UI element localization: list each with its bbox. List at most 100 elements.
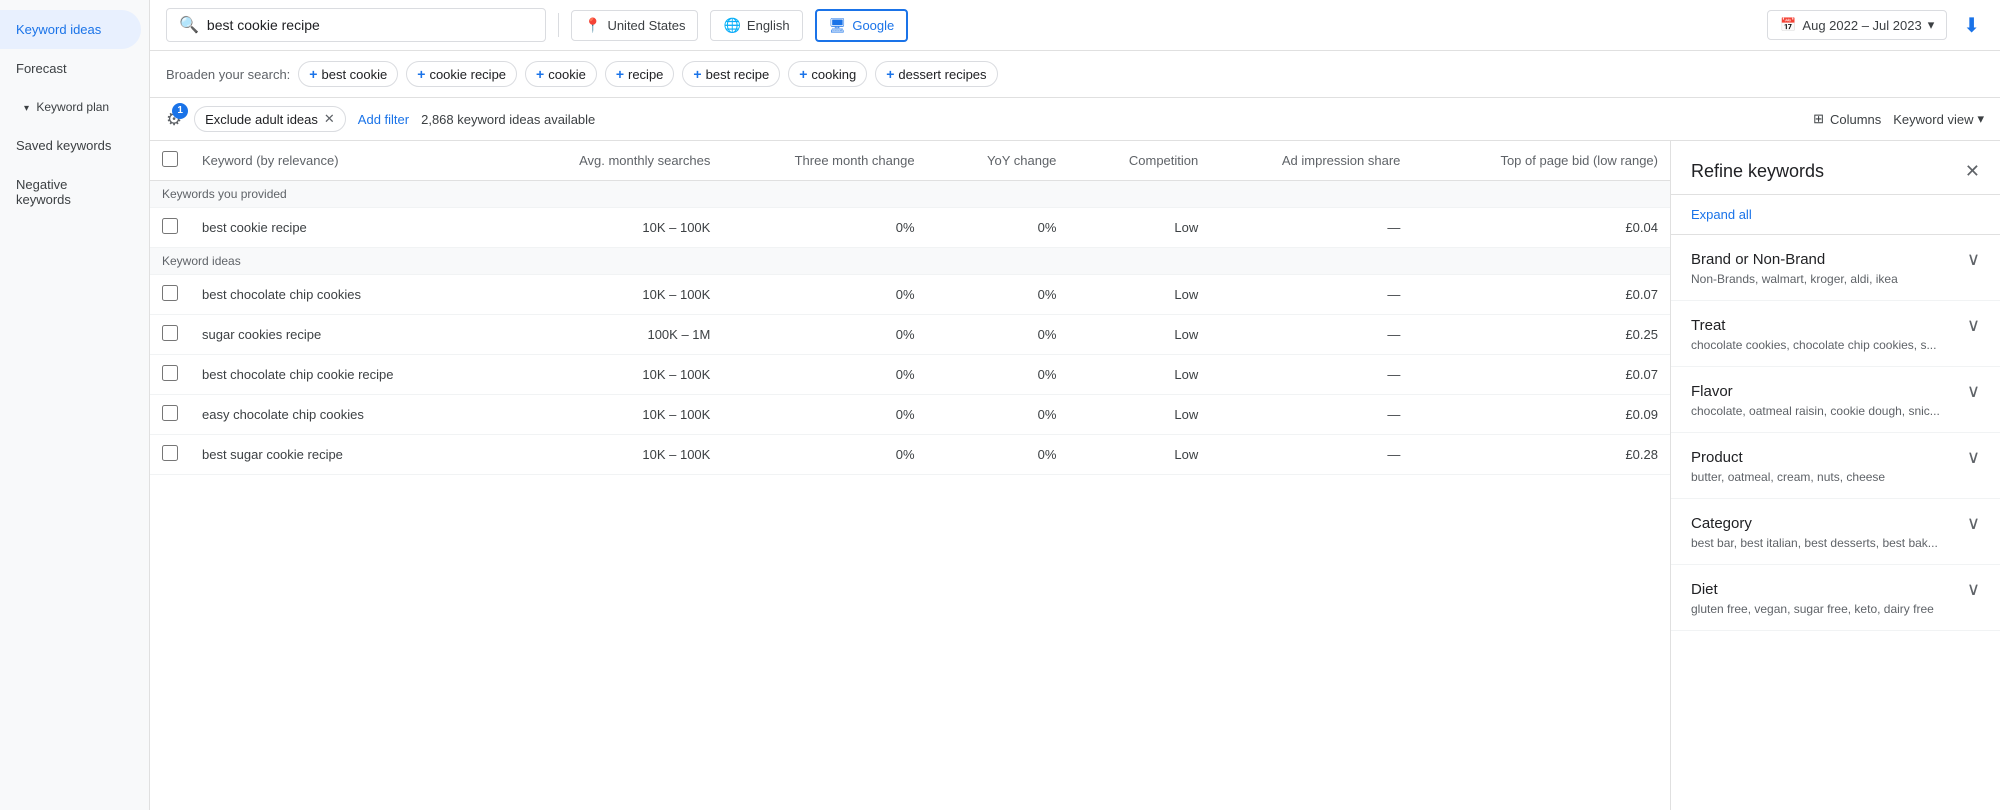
plus-icon: + (309, 66, 317, 82)
sidebar-item-keyword-ideas[interactable]: Keyword ideas (0, 10, 141, 49)
sidebar-item-forecast[interactable]: Forecast (0, 49, 141, 88)
exclude-chip[interactable]: Exclude adult ideas ✕ (194, 106, 346, 132)
keyword-cell: best cookie recipe (190, 208, 502, 248)
avg-searches-cell: 10K – 100K (502, 208, 722, 248)
refine-item-header: Flavor ∨ (1691, 381, 1980, 402)
broaden-search-bar: Broaden your search: + best cookie + coo… (150, 51, 2000, 98)
refine-item-title: Product (1691, 449, 1743, 466)
panel-header: Refine keywords ✕ (1671, 141, 2000, 195)
row-checkbox[interactable] (162, 285, 178, 301)
refine-item-0[interactable]: Brand or Non-Brand ∨ Non-Brands, walmart… (1671, 235, 2000, 301)
row-checkbox-cell[interactable] (150, 315, 190, 355)
row-checkbox-cell[interactable] (150, 355, 190, 395)
sidebar-item-saved-keywords[interactable]: Saved keywords (0, 126, 141, 165)
row-checkbox[interactable] (162, 365, 178, 381)
top-bid-header[interactable]: Top of page bid (low range) (1412, 141, 1670, 181)
top-bid-cell: £0.07 (1412, 355, 1670, 395)
refine-item-header: Treat ∨ (1691, 315, 1980, 336)
top-bid-cell: £0.04 (1412, 208, 1670, 248)
language-chip[interactable]: 🌐 English (710, 10, 802, 41)
platform-chip[interactable]: 🖥 Google (815, 9, 909, 42)
chevron-down-icon: ▾ (1928, 17, 1935, 33)
refine-keywords-panel: Refine keywords ✕ Expand all Brand or No… (1670, 141, 2000, 810)
platform-icon: 🖥 (829, 17, 847, 34)
refine-item-2[interactable]: Flavor ∨ chocolate, oatmeal raisin, cook… (1671, 367, 2000, 433)
three-month-header[interactable]: Three month change (722, 141, 926, 181)
refine-item-title: Brand or Non-Brand (1691, 251, 1825, 268)
top-bid-cell: £0.28 (1412, 435, 1670, 475)
broaden-chip-2[interactable]: + cookie (525, 61, 597, 87)
plus-icon: + (799, 66, 807, 82)
refine-item-sub: chocolate cookies, chocolate chip cookie… (1691, 338, 1951, 352)
main-content: 🔍 📍 United States 🌐 English 🖥 Google 📅 A… (150, 0, 2000, 810)
columns-button[interactable]: ⊞ Columns (1813, 111, 1881, 127)
add-filter-button[interactable]: Add filter (358, 112, 409, 127)
date-range-picker[interactable]: 📅 Aug 2022 – Jul 2023 ▾ (1767, 10, 1947, 40)
refine-item-5[interactable]: Diet ∨ gluten free, vegan, sugar free, k… (1671, 565, 2000, 631)
panel-close-button[interactable]: ✕ (1965, 161, 1980, 182)
section-header-row: Keyword ideas (150, 248, 1670, 275)
ad-impression-cell: — (1210, 355, 1412, 395)
location-icon: 📍 (584, 17, 601, 34)
refine-items-list: Brand or Non-Brand ∨ Non-Brands, walmart… (1671, 235, 2000, 631)
plus-icon: + (417, 66, 425, 82)
location-chip[interactable]: 📍 United States (571, 10, 698, 41)
keyword-cell: best sugar cookie recipe (190, 435, 502, 475)
broaden-chip-6[interactable]: + dessert recipes (875, 61, 997, 87)
keyword-view-button[interactable]: Keyword view ▾ (1893, 111, 1984, 127)
chevron-down-icon: ∨ (1967, 249, 1980, 270)
refine-item-header: Diet ∨ (1691, 579, 1980, 600)
yoy-cell: 0% (927, 275, 1069, 315)
broaden-chip-4[interactable]: + best recipe (682, 61, 780, 87)
columns-icon: ⊞ (1813, 111, 1824, 127)
plus-icon: + (693, 66, 701, 82)
row-checkbox-cell[interactable] (150, 275, 190, 315)
three-month-cell: 0% (722, 355, 926, 395)
section-label: Keyword ideas (150, 248, 1670, 275)
select-all-header[interactable] (150, 141, 190, 181)
keyword-header[interactable]: Keyword (by relevance) (190, 141, 502, 181)
yoy-header[interactable]: YoY change (927, 141, 1069, 181)
select-all-checkbox[interactable] (162, 151, 178, 167)
filter-icon-wrap[interactable]: ⚙ 1 (166, 109, 182, 130)
avg-searches-cell: 10K – 100K (502, 395, 722, 435)
keyword-cell: best chocolate chip cookies (190, 275, 502, 315)
refine-item-3[interactable]: Product ∨ butter, oatmeal, cream, nuts, … (1671, 433, 2000, 499)
yoy-cell: 0% (927, 315, 1069, 355)
chevron-down-icon: ▾ (1977, 111, 1984, 127)
broaden-chip-5[interactable]: + cooking (788, 61, 867, 87)
refine-item-4[interactable]: Category ∨ best bar, best italian, best … (1671, 499, 2000, 565)
row-checkbox[interactable] (162, 325, 178, 341)
refine-item-sub: gluten free, vegan, sugar free, keto, da… (1691, 602, 1951, 616)
row-checkbox-cell[interactable] (150, 395, 190, 435)
broaden-chip-3[interactable]: + recipe (605, 61, 675, 87)
avg-searches-header[interactable]: Avg. monthly searches (502, 141, 722, 181)
refine-item-sub: butter, oatmeal, cream, nuts, cheese (1691, 470, 1951, 484)
row-checkbox-cell[interactable] (150, 435, 190, 475)
table-row: easy chocolate chip cookies 10K – 100K 0… (150, 395, 1670, 435)
sidebar-item-keyword-plan[interactable]: ▾ Keyword plan (0, 88, 141, 126)
close-icon[interactable]: ✕ (324, 111, 335, 127)
expand-all-button[interactable]: Expand all (1671, 195, 2000, 235)
language-icon: 🌐 (723, 17, 740, 34)
broaden-chip-1[interactable]: + cookie recipe (406, 61, 517, 87)
download-button[interactable]: ⬇ (1959, 9, 1984, 42)
competition-cell: Low (1068, 435, 1210, 475)
competition-header[interactable]: Competition (1068, 141, 1210, 181)
row-checkbox[interactable] (162, 218, 178, 234)
three-month-cell: 0% (722, 315, 926, 355)
competition-cell: Low (1068, 315, 1210, 355)
row-checkbox-cell[interactable] (150, 208, 190, 248)
sidebar-item-negative-keywords[interactable]: Negative keywords (0, 165, 141, 219)
broaden-chip-0[interactable]: + best cookie (298, 61, 398, 87)
calendar-icon: 📅 (1780, 17, 1796, 33)
refine-item-sub: chocolate, oatmeal raisin, cookie dough,… (1691, 404, 1951, 418)
row-checkbox[interactable] (162, 405, 178, 421)
search-box[interactable]: 🔍 (166, 8, 546, 42)
refine-item-1[interactable]: Treat ∨ chocolate cookies, chocolate chi… (1671, 301, 2000, 367)
yoy-cell: 0% (927, 355, 1069, 395)
ad-impression-header[interactable]: Ad impression share (1210, 141, 1412, 181)
keyword-cell: best chocolate chip cookie recipe (190, 355, 502, 395)
row-checkbox[interactable] (162, 445, 178, 461)
search-input[interactable] (207, 17, 533, 33)
